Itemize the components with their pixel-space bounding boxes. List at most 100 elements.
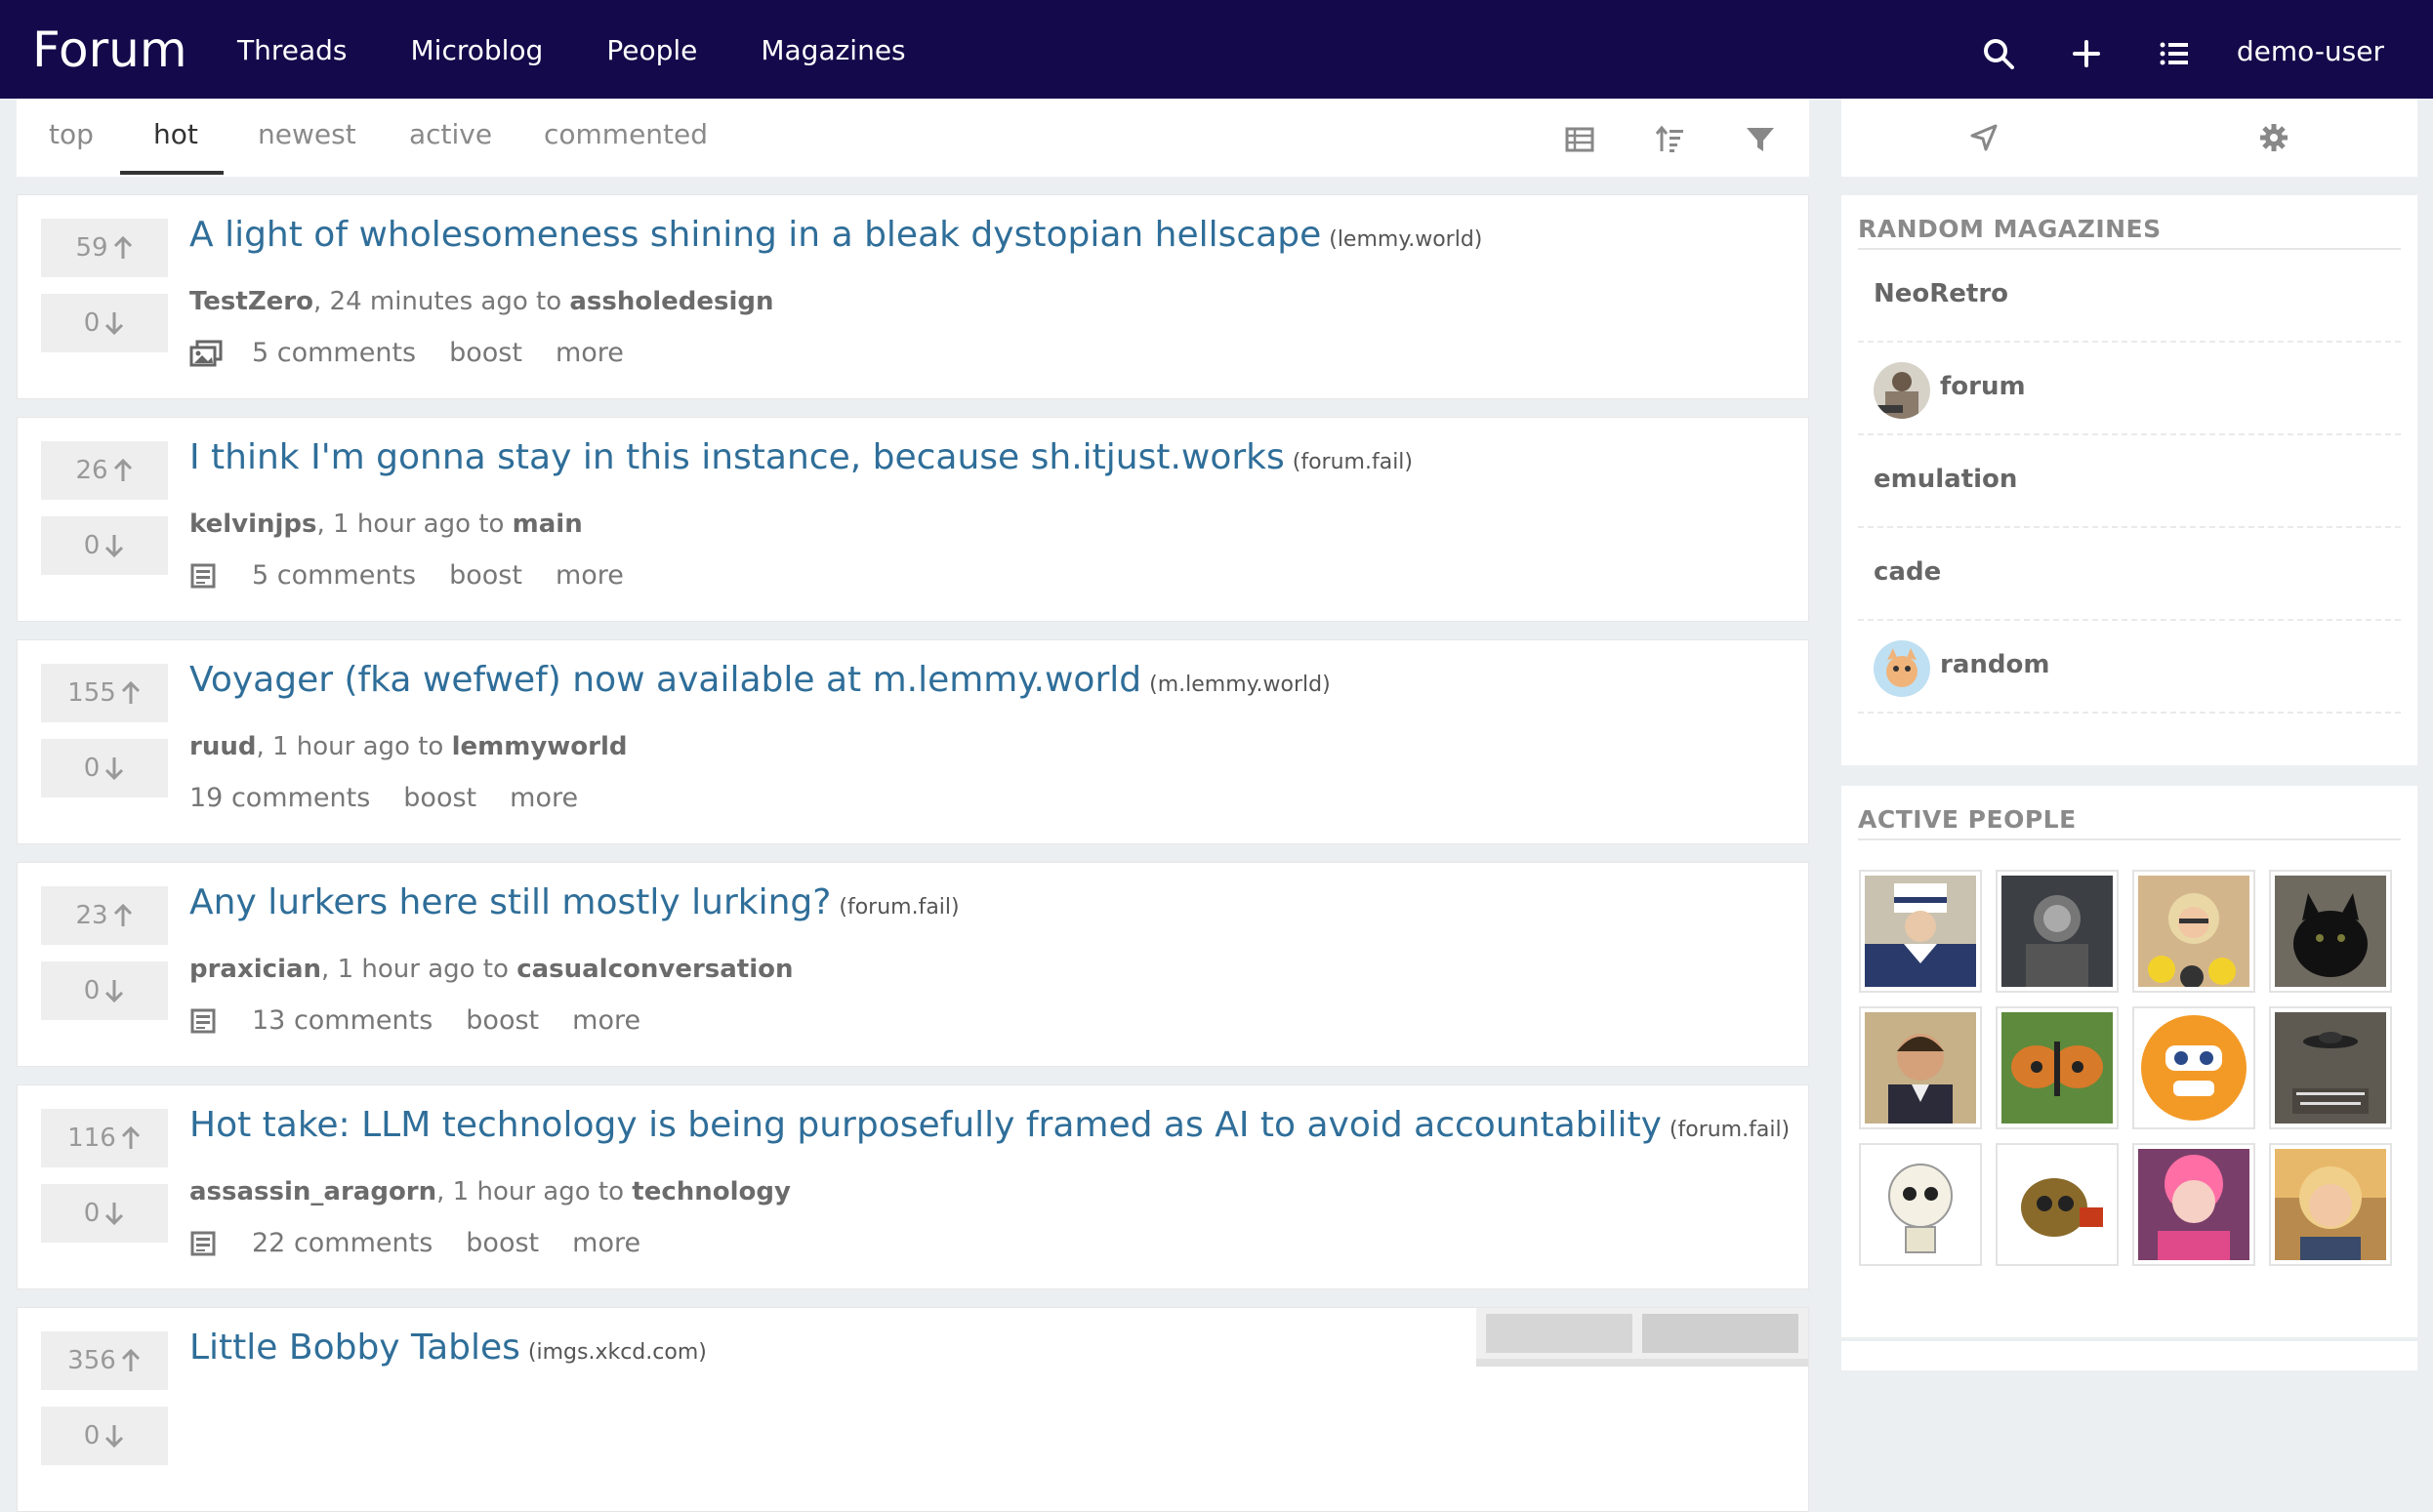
post-magazine[interactable]: main [513, 510, 583, 539]
magazine-item[interactable]: random [1858, 621, 2401, 714]
post-title[interactable]: Little Bobby Tables (imgs.xkcd.com) [189, 1328, 707, 1368]
post-domain[interactable]: (forum.fail) [1293, 450, 1413, 474]
comments-link[interactable]: 5 comments [252, 560, 416, 591]
person-avatar[interactable] [1996, 870, 2119, 993]
person-avatar[interactable] [1996, 1006, 2119, 1129]
more-button[interactable]: more [510, 783, 578, 813]
post-title-text[interactable]: Little Bobby Tables [189, 1328, 520, 1368]
upvote-button[interactable]: 155 [41, 664, 168, 722]
upvote-icon [121, 1125, 140, 1149]
person-avatar[interactable] [2269, 1006, 2392, 1129]
tab-top[interactable]: top [49, 118, 94, 150]
person-avatar[interactable] [2132, 1006, 2255, 1129]
article-icon [190, 563, 216, 588]
post-title[interactable]: I think I'm gonna stay in this instance,… [189, 437, 1413, 477]
post-title[interactable]: Hot take: LLM technology is being purpos… [189, 1105, 1790, 1145]
boost-button[interactable]: boost [449, 338, 522, 368]
boost-button[interactable]: boost [449, 560, 522, 591]
plus-icon[interactable] [2070, 37, 2103, 70]
post-title-text[interactable]: Hot take: LLM technology is being purpos… [189, 1105, 1662, 1145]
boost-button[interactable]: boost [403, 783, 476, 813]
magazine-item[interactable]: forum [1858, 343, 2401, 435]
more-button[interactable]: more [572, 1228, 640, 1258]
magazine-name[interactable]: forum [1940, 372, 2026, 401]
upvote-button[interactable]: 356 [41, 1331, 168, 1390]
nav-people[interactable]: People [606, 34, 697, 66]
person-avatar[interactable] [2269, 870, 2392, 993]
person-avatar[interactable] [2269, 1143, 2392, 1266]
list-icon[interactable] [2158, 37, 2191, 70]
person-avatar[interactable] [1859, 1006, 1982, 1129]
post-meta: TestZero, 24 minutes ago to assholedesig… [189, 287, 774, 316]
post-domain[interactable]: (forum.fail) [839, 895, 959, 919]
sort-icon[interactable] [1654, 124, 1685, 155]
comments-link[interactable]: 13 comments [252, 1005, 433, 1036]
post-domain[interactable]: (imgs.xkcd.com) [528, 1340, 707, 1365]
nav-magazines[interactable]: Magazines [761, 34, 905, 66]
magazine-name[interactable]: cade [1874, 557, 1941, 587]
post-domain[interactable]: (lemmy.world) [1329, 227, 1482, 252]
boost-button[interactable]: boost [466, 1228, 539, 1258]
downvote-button[interactable]: 0 [41, 1407, 168, 1465]
more-button[interactable]: more [572, 1005, 640, 1036]
person-avatar[interactable] [2132, 1143, 2255, 1266]
post-title-text[interactable]: A light of wholesomeness shining in a bl… [189, 215, 1321, 255]
boost-button[interactable]: boost [466, 1005, 539, 1036]
magazine-item[interactable]: emulation [1858, 435, 2401, 528]
person-avatar[interactable] [1996, 1143, 2119, 1266]
comments-link[interactable]: 19 comments [189, 783, 370, 813]
post-author[interactable]: praxician [189, 955, 321, 984]
nav-microblog[interactable]: Microblog [411, 34, 544, 66]
post-author[interactable]: kelvinjps [189, 510, 317, 539]
post-title[interactable]: Any lurkers here still mostly lurking? (f… [189, 882, 960, 922]
person-avatar[interactable] [1859, 870, 1982, 993]
post-thumbnail[interactable] [1476, 1308, 1808, 1367]
upvote-button[interactable]: 59 [41, 219, 168, 277]
post-title-text[interactable]: Any lurkers here still mostly lurking? [189, 882, 831, 922]
post-domain[interactable]: (m.lemmy.world) [1149, 673, 1331, 697]
tab-newest[interactable]: newest [258, 118, 356, 150]
send-icon[interactable] [1968, 122, 2000, 153]
brand-logo[interactable]: Forum [32, 21, 187, 78]
post-title-text[interactable]: Voyager (fka wefwef) now available at m.… [189, 660, 1141, 700]
tab-active[interactable]: active [409, 118, 492, 150]
downvote-button[interactable]: 0 [41, 294, 168, 352]
layout-icon[interactable] [1564, 124, 1595, 155]
post-title-text[interactable]: I think I'm gonna stay in this instance,… [189, 437, 1285, 477]
post-magazine[interactable]: assholedesign [569, 287, 773, 316]
user-menu[interactable]: demo-user [2237, 35, 2384, 67]
post-domain[interactable]: (forum.fail) [1670, 1118, 1790, 1142]
filter-icon[interactable] [1745, 124, 1776, 155]
post-magazine[interactable]: lemmyworld [452, 732, 628, 761]
post-title[interactable]: Voyager (fka wefwef) now available at m.… [189, 660, 1331, 700]
post-magazine[interactable]: casualconversation [516, 955, 793, 984]
person-avatar[interactable] [1859, 1143, 1982, 1266]
upvote-button[interactable]: 116 [41, 1109, 168, 1167]
magazine-name[interactable]: emulation [1874, 465, 2017, 494]
settings-icon[interactable] [2258, 122, 2289, 153]
more-button[interactable]: more [556, 338, 624, 368]
tab-commented[interactable]: commented [544, 118, 708, 150]
downvote-button[interactable]: 0 [41, 516, 168, 575]
post-magazine[interactable]: technology [632, 1177, 791, 1206]
downvote-button[interactable]: 0 [41, 739, 168, 797]
comments-link[interactable]: 5 comments [252, 338, 416, 368]
search-icon[interactable] [1982, 37, 2015, 70]
post-author[interactable]: ruud [189, 732, 256, 761]
downvote-button[interactable]: 0 [41, 961, 168, 1020]
post-author[interactable]: TestZero [189, 287, 313, 316]
more-button[interactable]: more [556, 560, 624, 591]
magazine-name[interactable]: random [1940, 650, 2049, 679]
comments-link[interactable]: 22 comments [252, 1228, 433, 1258]
magazine-item[interactable]: NeoRetro [1858, 250, 2401, 343]
upvote-button[interactable]: 26 [41, 441, 168, 500]
tab-hot[interactable]: hot [153, 118, 198, 150]
post-title[interactable]: A light of wholesomeness shining in a bl… [189, 215, 1482, 255]
magazine-item[interactable]: cade [1858, 528, 2401, 621]
upvote-button[interactable]: 23 [41, 886, 168, 945]
nav-threads[interactable]: Threads [237, 34, 348, 66]
downvote-button[interactable]: 0 [41, 1184, 168, 1243]
post-author[interactable]: assassin_aragorn [189, 1177, 436, 1206]
magazine-name[interactable]: NeoRetro [1874, 279, 2008, 308]
person-avatar[interactable] [2132, 870, 2255, 993]
